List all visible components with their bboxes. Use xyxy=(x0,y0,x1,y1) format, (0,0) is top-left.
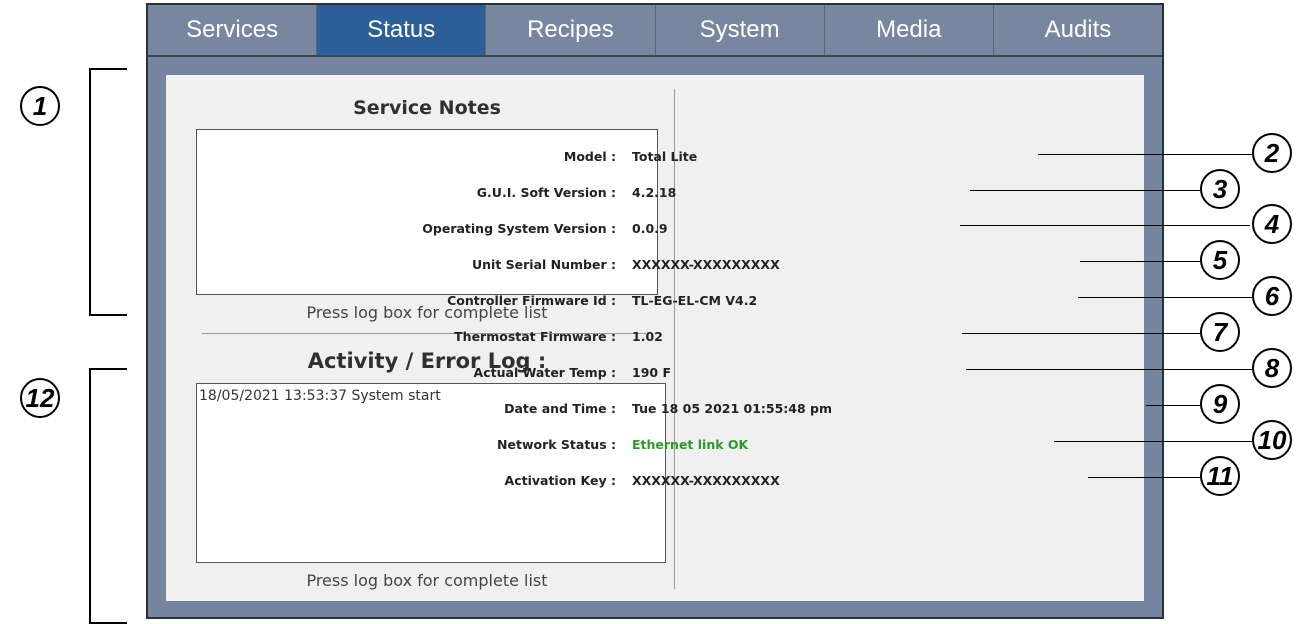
info-row-model: Model : Total Lite xyxy=(166,147,1144,167)
water-temp-value: 190 F xyxy=(632,365,671,380)
callout-10: 10 xyxy=(1252,420,1292,460)
activation-key-value: XXXXXX-XXXXXXXXX xyxy=(632,473,780,488)
thermostat-firmware-value: 1.02 xyxy=(632,329,663,344)
serial-number-label: Unit Serial Number : xyxy=(472,257,616,272)
service-notes-title: Service Notes xyxy=(353,97,501,119)
callout-5: 5 xyxy=(1200,240,1240,280)
status-panel: Service Notes Press log box for complete… xyxy=(166,75,1144,601)
info-row-gui-version: G.U.I. Soft Version : 4.2.18 xyxy=(166,183,1144,203)
model-label: Model : xyxy=(563,149,616,164)
bracket-activity-log xyxy=(89,368,127,624)
info-row-activation-key: Activation Key : XXXXXX-XXXXXXXXX xyxy=(166,471,1144,491)
info-row-water-temp: Actual Water Temp : 190 F xyxy=(166,363,1144,383)
callout-11: 11 xyxy=(1200,456,1240,496)
info-row-thermostat-firmware: Thermostat Firmware : 1.02 xyxy=(166,327,1144,347)
leader-3 xyxy=(970,190,1200,191)
leader-7 xyxy=(962,333,1200,334)
callout-3: 3 xyxy=(1200,169,1240,209)
gui-version-label: G.U.I. Soft Version : xyxy=(476,185,616,200)
leader-5 xyxy=(1080,261,1200,262)
callout-1: 1 xyxy=(20,86,60,126)
tab-recipes[interactable]: Recipes xyxy=(486,5,656,55)
callout-12: 12 xyxy=(20,378,60,418)
leader-2 xyxy=(1038,154,1252,155)
date-time-value: Tue 18 05 2021 01:55:48 pm xyxy=(632,401,833,416)
info-row-date-time: Date and Time : Tue 18 05 2021 01:55:48 … xyxy=(166,399,1144,419)
controller-firmware-label: Controller Firmware Id : xyxy=(447,293,616,308)
activation-key-label: Activation Key : xyxy=(504,473,616,488)
water-temp-label: Actual Water Temp : xyxy=(473,365,616,380)
tab-services[interactable]: Services xyxy=(148,5,318,55)
tab-audits[interactable]: Audits xyxy=(993,5,1163,55)
model-value: Total Lite xyxy=(632,149,698,164)
thermostat-firmware-label: Thermostat Firmware : xyxy=(454,329,616,344)
tab-bar: Services Status Recipes System Media Aud… xyxy=(148,5,1163,57)
device-screen: Services Status Recipes System Media Aud… xyxy=(146,3,1164,619)
date-time-label: Date and Time : xyxy=(504,401,616,416)
info-row-serial-number: Unit Serial Number : XXXXXX-XXXXXXXXX xyxy=(166,255,1144,275)
info-row-os-version: Operating System Version : 0.0.9 xyxy=(166,219,1144,239)
bracket-service-notes xyxy=(89,68,127,316)
tab-system[interactable]: System xyxy=(655,5,825,55)
leader-10 xyxy=(1054,441,1252,442)
os-version-label: Operating System Version : xyxy=(422,221,616,236)
leader-11 xyxy=(1088,477,1200,478)
callout-6: 6 xyxy=(1252,276,1292,316)
serial-number-value: XXXXXX-XXXXXXXXX xyxy=(632,257,780,272)
info-row-controller-firmware: Controller Firmware Id : TL-EG-EL-CM V4.… xyxy=(166,291,1144,311)
info-row-network-status: Network Status : Ethernet link OK xyxy=(166,435,1144,455)
callout-2: 2 xyxy=(1252,133,1292,173)
os-version-value: 0.0.9 xyxy=(632,221,668,236)
gui-version-value: 4.2.18 xyxy=(632,185,677,200)
callout-9: 9 xyxy=(1200,384,1240,424)
leader-4 xyxy=(960,225,1250,226)
tab-media[interactable]: Media xyxy=(824,5,994,55)
network-status-value: Ethernet link OK xyxy=(632,437,749,452)
leader-6 xyxy=(1078,297,1252,298)
callout-8: 8 xyxy=(1252,348,1292,388)
callout-4: 4 xyxy=(1252,204,1292,244)
controller-firmware-value: TL-EG-EL-CM V4.2 xyxy=(632,293,758,308)
leader-9 xyxy=(1146,405,1200,406)
activity-log-hint: Press log box for complete list xyxy=(306,571,548,590)
network-status-label: Network Status : xyxy=(497,437,616,452)
tab-status[interactable]: Status xyxy=(317,5,487,55)
leader-8 xyxy=(966,369,1252,370)
callout-7: 7 xyxy=(1200,312,1240,352)
